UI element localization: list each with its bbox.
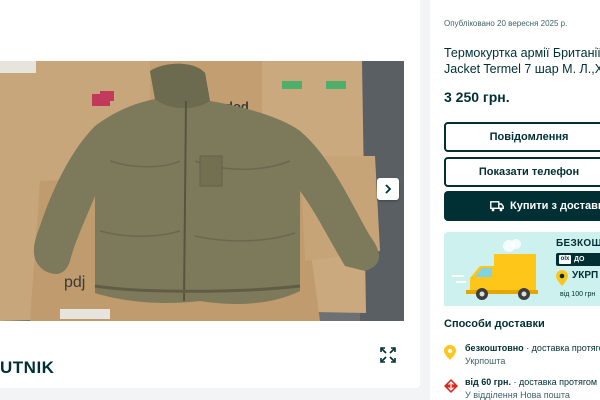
promo-from-price: від 100 грн (560, 291, 596, 298)
published-date: Опубліковано 20 вересня 2025 р. (444, 19, 568, 28)
truck-icon (490, 201, 504, 212)
delivery-methods-panel: Способи доставки безкоштовно · доставка … (430, 306, 600, 400)
promo-carrier: УКРП (572, 270, 599, 281)
listing-title: Термокуртка армії Британії Jacket Termel… (444, 45, 600, 77)
show-phone-button[interactable]: Показати телефон (444, 157, 600, 187)
brand-watermark: UTNIK (0, 358, 55, 377)
buy-with-delivery-button[interactable]: Купити з доставкою (444, 191, 600, 221)
box-print-text: pdj (64, 274, 85, 291)
delivery-text: · доставка протягом 1 (510, 377, 600, 387)
free-delivery-banner[interactable]: БЕЗКОШТ olx ДО УКРП від 100 грн (444, 232, 600, 308)
delivery-carrier: У відділення Нова пошта (465, 390, 570, 400)
delivery-price: від 60 грн. (465, 377, 511, 387)
buy-button-label: Купити з доставкою (510, 200, 600, 212)
delivery-heading: Способи доставки (444, 318, 545, 330)
fullscreen-icon[interactable] (380, 347, 396, 363)
promo-free-label: БЕЗКОШТ (556, 238, 600, 249)
ukrposhta-pin-icon (556, 270, 568, 286)
listing-info-panel: Опубліковано 20 вересня 2025 р. Термокур… (430, 0, 600, 315)
nova-poshta-icon (444, 379, 458, 393)
listing-price: 3 250 грн. (444, 89, 510, 105)
chevron-right-icon (385, 184, 392, 194)
listing-title-line2: Jacket Termel 7 шар М. Л.,ХЛ (444, 62, 600, 76)
delivery-truck-illustration (452, 239, 538, 300)
promo-badge: olx ДО (556, 253, 600, 266)
listing-title-line1: Термокуртка армії Британії (444, 46, 600, 60)
ukrposhta-icon (444, 345, 456, 360)
delivery-carrier: Укрпошта (465, 356, 506, 366)
delivery-price: безкоштовно (465, 343, 524, 353)
message-button[interactable]: Повідомлення (444, 122, 600, 152)
jacket-image: dod pdj (0, 61, 404, 321)
photo-gallery: dod pdj UTNIK (0, 0, 420, 388)
listing-photo[interactable]: dod pdj (0, 61, 404, 321)
delivery-text: · доставка протягом (526, 343, 600, 353)
promo-badge-label: ДО (574, 256, 585, 263)
olx-logo-icon: olx (559, 255, 571, 264)
next-photo-button[interactable] (377, 178, 399, 200)
